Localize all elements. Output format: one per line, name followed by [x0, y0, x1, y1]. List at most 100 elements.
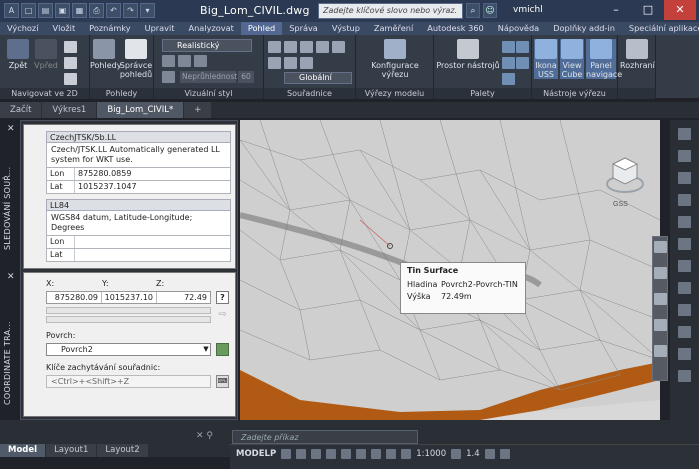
save-icon[interactable]: ▣: [55, 3, 70, 18]
tool-icon-1[interactable]: [678, 128, 691, 140]
user-icon[interactable]: ☺: [483, 3, 497, 18]
tool-icon-3[interactable]: [678, 172, 691, 184]
arrow-right-icon[interactable]: ⇨: [216, 309, 229, 322]
pan-icon[interactable]: [64, 41, 77, 53]
selection-icon[interactable]: [401, 449, 412, 459]
ucs-select[interactable]: Globální: [284, 72, 352, 84]
command-line[interactable]: Zadejte příkaz: [232, 430, 418, 444]
chevron-down-icon[interactable]: ▼: [201, 343, 211, 356]
style-icon-2[interactable]: [178, 55, 191, 67]
tool-icon-11[interactable]: [678, 348, 691, 360]
workspace-icon[interactable]: ▾: [140, 3, 155, 18]
otrack-icon[interactable]: [356, 449, 367, 459]
palette-icon-1[interactable]: [502, 41, 515, 53]
tab-5[interactable]: Pohled: [240, 22, 283, 35]
palette2-close-icon[interactable]: ✕: [7, 272, 15, 282]
tool-icon-12[interactable]: [678, 370, 691, 382]
ortho-icon[interactable]: [311, 449, 322, 459]
viewcube-button[interactable]: View Cube: [560, 39, 584, 79]
undo-icon[interactable]: ↶: [106, 3, 121, 18]
viewcube-widget[interactable]: GSS: [605, 150, 645, 210]
user-name[interactable]: vmichl: [513, 5, 543, 15]
tool-icon-4[interactable]: [678, 194, 691, 206]
annotation-scale[interactable]: 1.4: [466, 449, 480, 459]
layout-tab-0[interactable]: Model: [0, 444, 46, 457]
tab-2[interactable]: Poznámky: [82, 22, 137, 35]
search-icon[interactable]: ⌕: [466, 3, 480, 18]
search-input[interactable]: Zadejte klíčové slovo nebo výraz.: [318, 3, 463, 19]
open-icon[interactable]: ▤: [38, 3, 53, 18]
new-tab-icon[interactable]: +: [184, 102, 212, 118]
showmotion-icon[interactable]: [654, 345, 667, 357]
file-tab-2[interactable]: Big_Lom_CIVIL*: [97, 102, 184, 118]
osnap-icon[interactable]: [341, 449, 352, 459]
keyboard-icon[interactable]: ⌨: [216, 375, 229, 388]
zoom-nav-icon[interactable]: [654, 293, 667, 305]
tab-9[interactable]: Autodesk 360: [420, 22, 490, 35]
tool-icon-5[interactable]: [678, 216, 691, 228]
z-value[interactable]: 72.49: [157, 292, 210, 303]
tool-icon-7[interactable]: [678, 260, 691, 272]
customize-icon[interactable]: [499, 449, 510, 459]
scale-select[interactable]: 1:1000: [416, 449, 446, 459]
tool-icon-9[interactable]: [678, 304, 691, 316]
ucs-icon-3[interactable]: [300, 41, 313, 53]
tab-10[interactable]: Nápověda: [491, 22, 546, 35]
ucs-icon-7[interactable]: [284, 57, 297, 69]
steering-wheel-icon[interactable]: [654, 241, 667, 253]
forward-button[interactable]: Vpřed: [32, 39, 60, 70]
tool-icon-10[interactable]: [678, 326, 691, 338]
tool-icon-8[interactable]: [678, 282, 691, 294]
tab-11[interactable]: Doplňky add-in: [546, 22, 622, 35]
ucs-icon-5[interactable]: [332, 41, 345, 53]
back-button[interactable]: Zpět: [4, 39, 32, 70]
redo-icon[interactable]: ↷: [123, 3, 138, 18]
tab-8[interactable]: Zaměření: [367, 22, 420, 35]
annotation-icon[interactable]: [451, 449, 462, 459]
ucs-icon-1[interactable]: [268, 41, 281, 53]
pan-nav-icon[interactable]: [654, 267, 667, 279]
tab-6[interactable]: Správa: [282, 22, 325, 35]
ucs-icon-8[interactable]: [300, 57, 313, 69]
grid-icon[interactable]: [281, 449, 292, 459]
lineweight-icon[interactable]: [371, 449, 382, 459]
print-icon[interactable]: ⎙: [89, 3, 104, 18]
navbar-button[interactable]: Panel navigace: [586, 39, 622, 79]
file-tab-1[interactable]: Výkres1: [42, 102, 97, 118]
y-value[interactable]: 1015237.10: [102, 292, 157, 303]
cmd-close-icon[interactable]: ✕ ⚲: [196, 431, 213, 441]
tab-1[interactable]: Vložit: [46, 22, 83, 35]
file-tab-0[interactable]: Začít: [0, 102, 42, 118]
orbit-icon[interactable]: [64, 73, 77, 85]
ucs-icon-button[interactable]: Ikona USS: [534, 39, 558, 79]
model-space-button[interactable]: MODELP: [236, 449, 276, 459]
view-manager-button[interactable]: Správce pohledů: [118, 39, 154, 79]
palette1-close-icon[interactable]: ✕: [7, 124, 15, 134]
ll84-group-header[interactable]: LL84: [46, 199, 231, 211]
palette-icon-3[interactable]: [502, 57, 515, 69]
tab-12[interactable]: Speciální aplikace: [622, 22, 699, 35]
hotkey-field[interactable]: <Ctrl>+<Shift>+Z: [46, 375, 211, 388]
layout-tab-2[interactable]: Layout2: [97, 444, 148, 457]
cs-group-header[interactable]: CzechJTSK/5b.LL: [46, 131, 231, 143]
tool-icon-6[interactable]: [678, 238, 691, 250]
help-icon[interactable]: ?: [216, 291, 229, 304]
viewport-config-button[interactable]: Konfigurace výřezu: [362, 39, 428, 79]
ucs-icon-6[interactable]: [268, 57, 281, 69]
opacity-input[interactable]: 60: [238, 71, 254, 83]
tab-0[interactable]: Výchozí: [0, 22, 46, 35]
saveas-icon[interactable]: ▦: [72, 3, 87, 18]
zoom-icon[interactable]: [64, 57, 77, 69]
orbit-nav-icon[interactable]: [654, 319, 667, 331]
ucs-icon-4[interactable]: [316, 41, 329, 53]
close-icon[interactable]: ✕: [664, 0, 696, 20]
ucs-icon-2[interactable]: [284, 41, 297, 53]
tab-4[interactable]: Analyzovat: [182, 22, 241, 35]
x-value[interactable]: 875280.09: [47, 292, 102, 303]
surface-select[interactable]: Povrch2: [46, 343, 211, 356]
visual-style-select[interactable]: Realistický: [162, 39, 252, 52]
maximize-icon[interactable]: □: [632, 0, 664, 20]
palette-icon-2[interactable]: [516, 41, 529, 53]
style-icon-3[interactable]: [194, 55, 207, 67]
tool-palettes-button[interactable]: Prostor nástrojů: [436, 39, 500, 70]
